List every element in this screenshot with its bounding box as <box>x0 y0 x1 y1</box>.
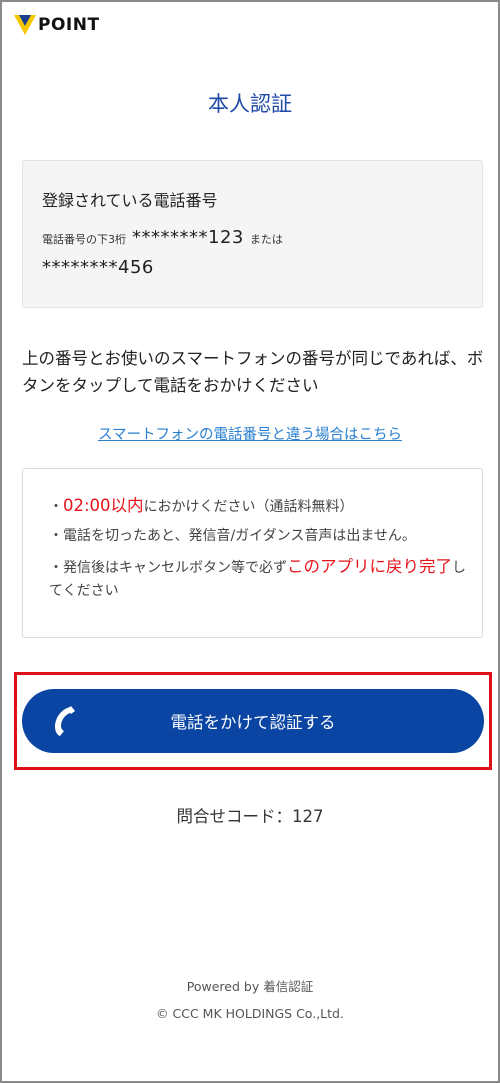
time-limit-highlight: 02:00以内 <box>63 496 144 515</box>
registered-phone-card: 登録されている電話番号 電話番号の下3桁 ********123 または ***… <box>22 160 483 308</box>
notice-item-time-limit: ・02:00以内におかけください（通話料無料） <box>49 496 354 515</box>
call-to-verify-button[interactable]: 電話をかけて認証する <box>22 689 484 753</box>
notice-item-return-app: ・発信後はキャンセルボタン等で必ずこのアプリに戻り完了してください <box>49 557 466 599</box>
page-title: 本人認証 <box>208 92 292 116</box>
brand-logo: POINT <box>14 14 100 36</box>
phone-handset-icon <box>48 703 80 739</box>
registered-phone-heading: 登録されている電話番号 <box>42 191 218 210</box>
registered-phone-line: 電話番号の下3桁 ********123 または <box>42 227 283 248</box>
notice-card: ・02:00以内におかけください（通話料無料） ・電話を切ったあと、発信音/ガイ… <box>22 468 483 638</box>
copyright-text: © CCC MK HOLDINGS Co.,Ltd. <box>156 1006 344 1021</box>
inquiry-code: 問合せコード：127 <box>176 807 324 826</box>
or-label: または <box>249 233 283 246</box>
v-logo-icon <box>14 15 36 35</box>
call-button-label: 電話をかけて認証する <box>170 714 336 732</box>
instruction-text: 上の番号とお使いのスマートフォンの番号が同じであれば、ボタンをタップして電話をお… <box>22 349 484 395</box>
return-app-highlight: このアプリに戻り完了 <box>287 557 452 576</box>
different-number-link[interactable]: スマートフォンの電話番号と違う場合はこちら <box>2 423 498 444</box>
app-frame: POINT 本人認証 登録されている電話番号 電話番号の下3桁 ********… <box>0 0 500 1083</box>
powered-by-text: Powered by 着信認証 <box>186 979 314 994</box>
masked-number-1: ********123 <box>132 227 244 248</box>
masked-number-2: ********456 <box>42 257 154 278</box>
last-digits-label: 電話番号の下3桁 <box>42 233 126 246</box>
logo-text: POINT <box>38 15 100 35</box>
notice-item-no-sound: ・電話を切ったあと、発信音/ガイダンス音声は出ません。 <box>49 528 416 544</box>
